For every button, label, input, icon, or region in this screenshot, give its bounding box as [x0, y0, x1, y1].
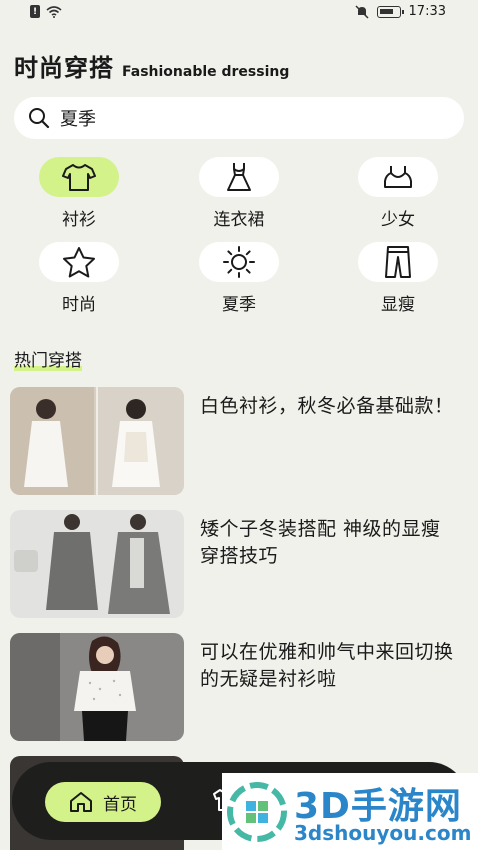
category-label: 连衣裙: [213, 210, 265, 230]
mute-notification-icon: [355, 4, 369, 19]
category-pill[interactable]: [39, 157, 119, 197]
category-pill[interactable]: [199, 242, 279, 282]
article-title: 可以在优雅和帅气中来回切换的无疑是衬衫啦: [200, 641, 454, 690]
category-label: 衬衫: [62, 210, 96, 230]
category-summer[interactable]: 夏季: [179, 242, 299, 315]
watermark-url: 3dshouyou.com: [294, 821, 472, 845]
search-value: 夏季: [60, 109, 96, 130]
watermark-logo-icon: [227, 782, 287, 842]
category-label: 显瘦: [381, 295, 415, 315]
watermark: 3D手游网 3dshouyou.com: [222, 773, 478, 850]
article-thumbnail[interactable]: [10, 510, 184, 618]
status-bar: ! 17:33: [0, 0, 478, 28]
article-card[interactable]: 可以在优雅和帅气中来回切换的无疑是衬衫啦: [10, 633, 470, 741]
star-icon: [63, 247, 95, 278]
category-girl[interactable]: 少女: [338, 157, 458, 230]
article-thumbnail[interactable]: [10, 633, 184, 741]
clock: 17:33: [408, 4, 446, 19]
battery-icon: [376, 5, 404, 18]
home-tab[interactable]: 首页: [45, 782, 161, 822]
article-thumbnail[interactable]: [10, 387, 184, 495]
category-slim[interactable]: 显瘦: [338, 242, 458, 315]
category-label: 时尚: [62, 295, 96, 315]
category-pill[interactable]: [358, 242, 438, 282]
shirt-icon: [62, 164, 96, 191]
category-label: 少女: [381, 210, 415, 230]
home-icon: [70, 792, 92, 812]
pants-icon: [385, 246, 411, 278]
page-title: 时尚穿搭: [14, 54, 114, 82]
category-pill[interactable]: [358, 157, 438, 197]
category-pill[interactable]: [199, 157, 279, 197]
dress-icon: [227, 163, 251, 191]
category-shirt[interactable]: 衬衫: [19, 157, 139, 230]
sim-alert-icon: !: [30, 5, 40, 18]
category-fashion[interactable]: 时尚: [19, 242, 139, 315]
category-label: 夏季: [222, 295, 256, 315]
section-title: 热门穿搭: [14, 346, 82, 371]
category-pill[interactable]: [39, 242, 119, 282]
tank-top-icon: [384, 166, 412, 188]
page-header: 时尚穿搭 Fashionable dressing: [14, 48, 289, 83]
article-title: 白色衬衫，秋冬必备基础款！: [200, 395, 454, 417]
article-title: 矮个子冬装搭配 神级的显瘦穿搭技巧: [200, 518, 441, 567]
wifi-icon: [46, 5, 62, 18]
category-dress[interactable]: 连衣裙: [179, 157, 299, 230]
home-tab-label: 首页: [103, 794, 137, 815]
article-card[interactable]: 矮个子冬装搭配 神级的显瘦穿搭技巧: [10, 510, 470, 618]
search-input[interactable]: 夏季: [14, 97, 464, 139]
sun-icon: [223, 246, 255, 278]
search-icon: [29, 108, 50, 129]
article-card[interactable]: 白色衬衫，秋冬必备基础款！: [10, 387, 470, 495]
page-subtitle: Fashionable dressing: [122, 64, 290, 80]
